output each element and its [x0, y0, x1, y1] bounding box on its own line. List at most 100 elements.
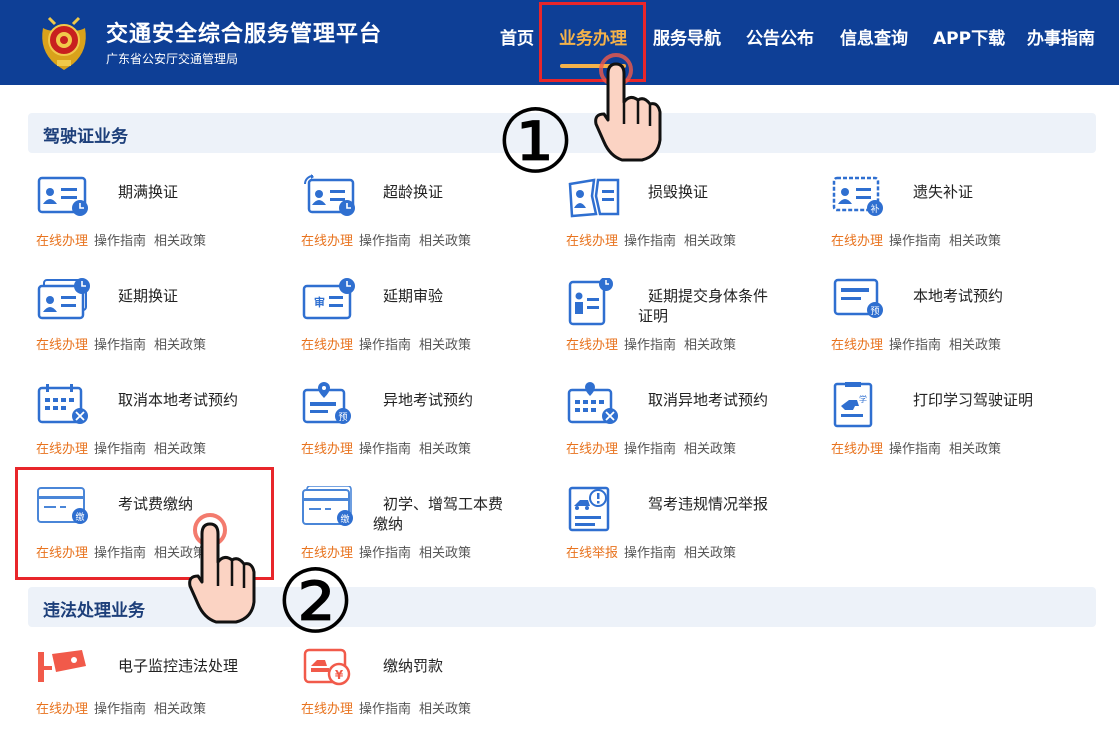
link-policy[interactable]: 相关政策 — [154, 234, 206, 249]
link-online[interactable]: 在线办理 — [566, 234, 618, 249]
calendar-location-cancel-icon — [567, 382, 618, 424]
link-online[interactable]: 在线办理 — [566, 338, 618, 353]
service-name: 缴纳罚款 — [383, 657, 444, 675]
nav-service-guide[interactable]: 服务导航 — [653, 24, 721, 49]
link-guide[interactable]: 操作指南 — [359, 234, 411, 249]
service-name: 期满换证 — [118, 183, 179, 201]
service-item[interactable]: 预 本地考试预约 在线办理 操作指南 相关政策 — [831, 278, 1091, 368]
link-guide[interactable]: 操作指南 — [889, 234, 941, 249]
service-name: 遗失补证 — [913, 183, 974, 201]
link-policy[interactable]: 相关政策 — [684, 338, 736, 353]
service-item[interactable]: 取消异地考试预约 在线办理 操作指南 相关政策 — [566, 382, 826, 472]
link-policy[interactable]: 相关政策 — [949, 234, 1001, 249]
link-policy[interactable]: 相关政策 — [684, 546, 736, 561]
link-guide[interactable]: 操作指南 — [624, 442, 676, 457]
service-name: 异地考试预约 — [383, 391, 474, 409]
service-item[interactable]: 驾考违规情况举报 在线举报 操作指南 相关政策 — [566, 486, 826, 576]
service-item[interactable]: 期满换证 在线办理 操作指南 相关政策 — [36, 174, 296, 264]
link-guide[interactable]: 操作指南 — [624, 234, 676, 249]
link-guide[interactable]: 操作指南 — [94, 702, 146, 717]
section-title-license: 驾驶证业务 — [43, 127, 128, 147]
link-policy[interactable]: 相关政策 — [419, 702, 471, 717]
link-online[interactable]: 在线办理 — [36, 442, 88, 457]
link-guide[interactable]: 操作指南 — [94, 338, 146, 353]
nav-home[interactable]: 首页 — [500, 24, 534, 49]
license-broken-icon — [568, 178, 620, 218]
service-item[interactable]: 损毁换证 在线办理 操作指南 相关政策 — [566, 174, 826, 264]
remote-exam-booking-icon: 预 — [302, 382, 351, 424]
svg-text:审: 审 — [314, 295, 325, 309]
link-online[interactable]: 在线办理 — [301, 338, 353, 353]
link-online[interactable]: 在线办理 — [831, 338, 883, 353]
link-online[interactable]: 在线办理 — [301, 442, 353, 457]
svg-text:缴: 缴 — [340, 513, 349, 525]
link-policy[interactable]: 相关政策 — [684, 442, 736, 457]
page: 交通安全综合服务管理平台 广东省公安厅交通管理局 首页 业务办理 服务导航 公告… — [0, 0, 1119, 747]
service-item[interactable]: 补 遗失补证 在线办理 操作指南 相关政策 — [831, 174, 1091, 264]
link-online[interactable]: 在线办理 — [301, 702, 353, 717]
link-policy[interactable]: 相关政策 — [154, 442, 206, 457]
link-online[interactable]: 在线办理 — [566, 442, 618, 457]
service-item[interactable]: ¥ 缴纳罚款 在线办理 操作指南 相关政策 — [301, 648, 561, 738]
link-online[interactable]: 在线办理 — [36, 338, 88, 353]
surveillance-camera-icon — [38, 650, 86, 682]
link-policy[interactable]: 相关政策 — [949, 442, 1001, 457]
link-policy[interactable]: 相关政策 — [419, 442, 471, 457]
nav-announcements[interactable]: 公告公布 — [746, 24, 814, 49]
service-name: 取消异地考试预约 — [648, 391, 769, 409]
site-title: 交通安全综合服务管理平台 — [106, 22, 383, 47]
nav-guide[interactable]: 办事指南 — [1027, 24, 1095, 49]
nav-info-query[interactable]: 信息查询 — [840, 24, 908, 49]
svg-text:¥: ¥ — [335, 668, 344, 682]
link-policy[interactable]: 相关政策 — [154, 702, 206, 717]
service-item[interactable]: 学 打印学习驾驶证明 在线办理 操作指南 相关政策 — [831, 382, 1091, 472]
link-online[interactable]: 在线举报 — [566, 546, 618, 561]
service-item[interactable]: 延期提交身体条件证明 在线办理 操作指南 相关政策 — [566, 278, 826, 368]
link-policy[interactable]: 相关政策 — [684, 234, 736, 249]
link-guide[interactable]: 操作指南 — [889, 338, 941, 353]
fine-payment-icon: ¥ — [303, 648, 351, 686]
review-extend-icon: 审 — [302, 278, 355, 320]
service-item[interactable]: 审 延期审验 在线办理 操作指南 相关政策 — [301, 278, 561, 368]
license-extend-icon — [37, 278, 90, 320]
license-clock-icon — [37, 176, 88, 216]
health-certificate-icon — [568, 278, 613, 326]
link-guide[interactable]: 操作指南 — [889, 442, 941, 457]
link-policy[interactable]: 相关政策 — [419, 338, 471, 353]
link-guide[interactable]: 操作指南 — [359, 702, 411, 717]
license-refresh-icon — [304, 174, 355, 216]
service-name: 损毁换证 — [648, 183, 709, 201]
svg-text:学: 学 — [859, 394, 867, 404]
step-marker-2: ② — [276, 550, 355, 653]
service-item[interactable]: 取消本地考试预约 在线办理 操作指南 相关政策 — [36, 382, 296, 472]
service-item[interactable]: 预 异地考试预约 在线办理 操作指南 相关政策 — [301, 382, 561, 472]
service-name: 初学、增驾工本费缴纳 — [373, 495, 504, 533]
link-guide[interactable]: 操作指南 — [624, 338, 676, 353]
service-name: 延期审验 — [383, 287, 444, 305]
link-guide[interactable]: 操作指南 — [94, 234, 146, 249]
section-title-violation: 违法处理业务 — [43, 601, 145, 621]
link-policy[interactable]: 相关政策 — [949, 338, 1001, 353]
link-online[interactable]: 在线办理 — [301, 234, 353, 249]
link-guide[interactable]: 操作指南 — [359, 338, 411, 353]
nav-app-download[interactable]: APP下载 — [933, 24, 1005, 49]
link-policy[interactable]: 相关政策 — [419, 546, 471, 561]
service-item[interactable]: 延期换证 在线办理 操作指南 相关政策 — [36, 278, 296, 368]
violation-report-icon — [568, 486, 610, 532]
link-guide[interactable]: 操作指南 — [624, 546, 676, 561]
link-online[interactable]: 在线办理 — [36, 234, 88, 249]
link-online[interactable]: 在线办理 — [831, 442, 883, 457]
service-name: 延期换证 — [118, 287, 179, 305]
service-name: 驾考违规情况举报 — [648, 495, 769, 513]
license-supplement-icon: 补 — [832, 176, 883, 216]
link-online[interactable]: 在线办理 — [36, 702, 88, 717]
link-guide[interactable]: 操作指南 — [359, 442, 411, 457]
step-marker-1: ① — [496, 90, 575, 193]
link-guide[interactable]: 操作指南 — [94, 442, 146, 457]
service-name: 本地考试预约 — [913, 287, 1004, 305]
link-policy[interactable]: 相关政策 — [419, 234, 471, 249]
link-online[interactable]: 在线办理 — [831, 234, 883, 249]
link-policy[interactable]: 相关政策 — [154, 338, 206, 353]
link-guide[interactable]: 操作指南 — [359, 546, 411, 561]
service-item[interactable]: 电子监控违法处理 在线办理 操作指南 相关政策 — [36, 648, 296, 738]
